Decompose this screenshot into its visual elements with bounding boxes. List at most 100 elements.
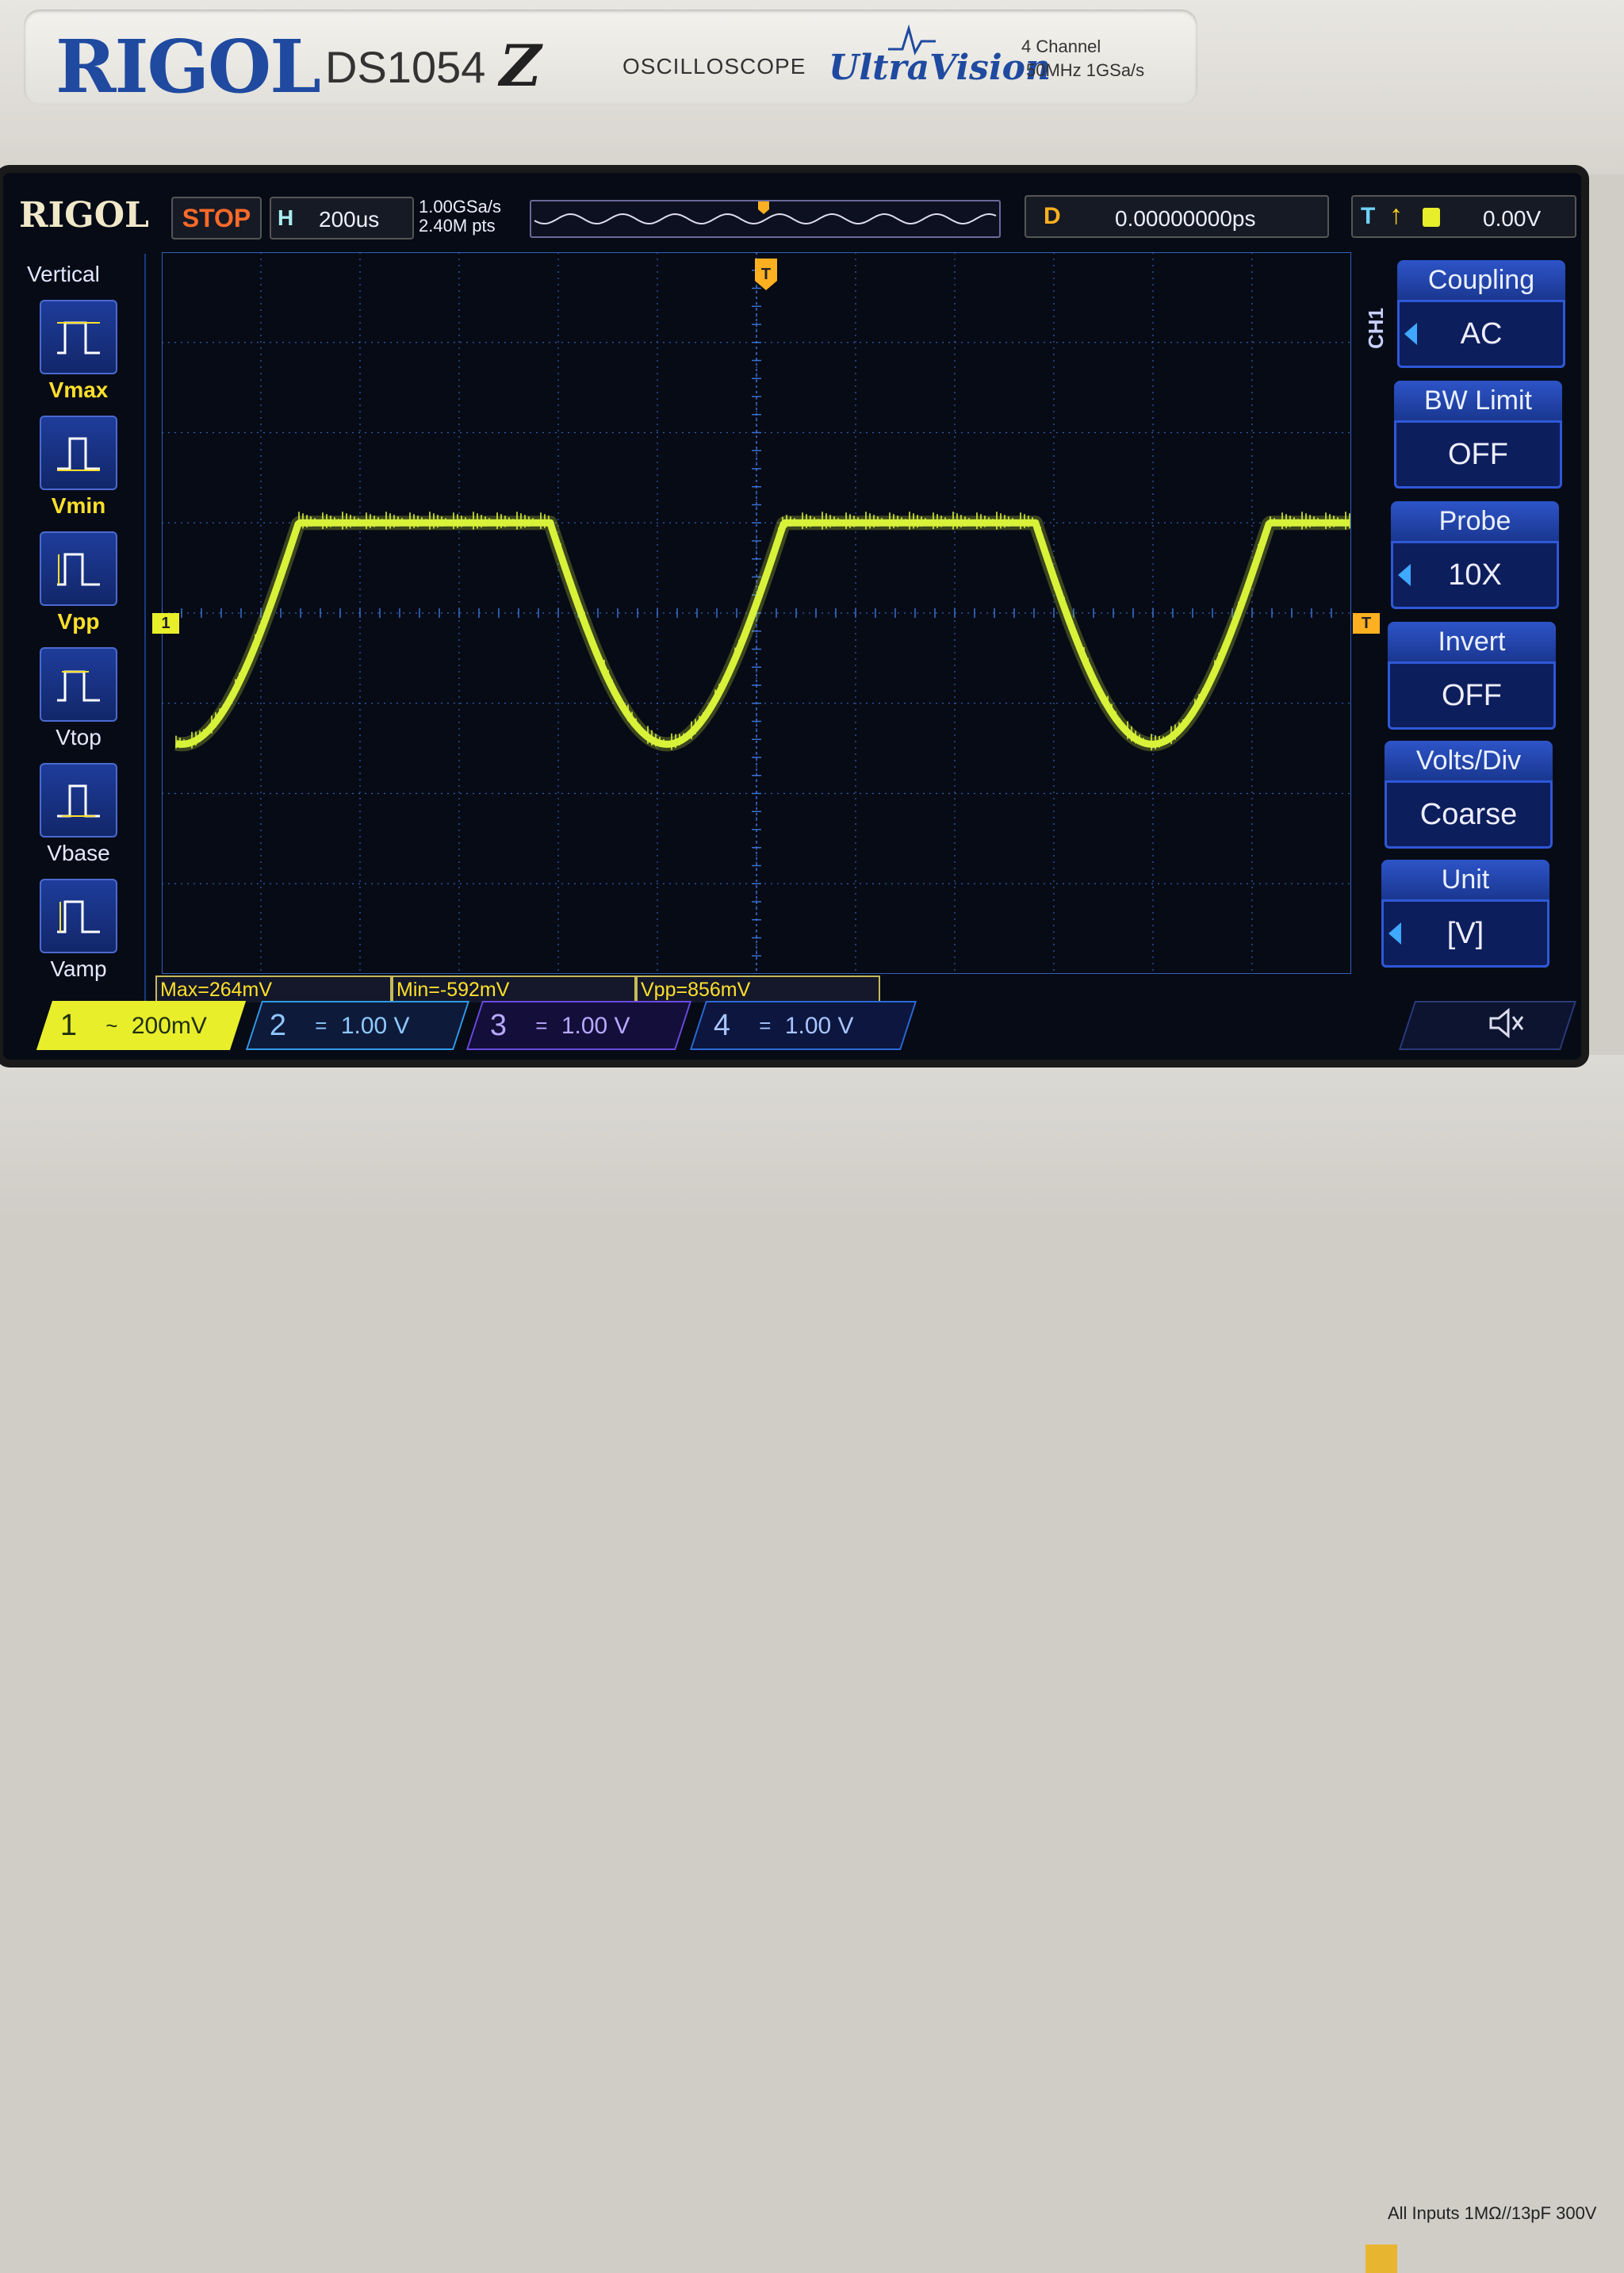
menu-value: OFF [1388,661,1556,730]
waveform-plot [162,252,1351,974]
memory-overview-trace [534,213,997,225]
corner-tab [1365,2244,1397,2273]
menu-value-wrap: AC [1397,300,1565,368]
channel-1-status[interactable]: 1 ~ 200mV [36,1001,247,1050]
dc-coupling-icon: = [315,1013,327,1037]
measure-vmax-button[interactable]: Vmax [27,300,130,403]
brand-logo: RIGOL [56,24,321,109]
channel-number: 2 [270,1008,287,1042]
ch1-offset-marker[interactable]: 1 [152,613,179,634]
menu-value: 10X [1448,558,1502,592]
measure-vbase-button[interactable]: Vbase [27,763,130,866]
horizontal-label: H [278,205,294,230]
select-arrow-icon [1404,323,1417,345]
sample-rate: 1.00GSa/s [419,197,501,217]
menu-value-wrap: 10X [1391,541,1559,609]
trigger-level: 0.00V [1483,206,1542,231]
channel-number: 4 [714,1008,731,1042]
rising-edge-icon: ↑ [1389,200,1403,230]
speaker-muted-icon[interactable] [1486,1006,1526,1041]
timebase-value: 200us [319,207,380,232]
measure-label: Vmin [51,493,106,518]
channel-3-status[interactable]: 3 = 1.00 V [465,1001,692,1050]
model-suffix: Z [500,32,542,99]
menu-title: Probe [1391,501,1559,541]
horizontal-timebase[interactable]: H 200us [270,197,414,240]
menu-probe[interactable]: Probe 10X [1391,501,1559,609]
front-panel-top: RIGOL DS1054 Z OSCILLOSCOPE UltraVision … [0,0,1624,174]
vmin-icon [40,416,117,490]
channel-scale: 1.00 V [785,1012,854,1038]
menu-coupling[interactable]: Coupling AC [1397,260,1565,368]
vmax-icon [40,300,117,374]
menu-title: Coupling [1397,260,1565,300]
menu-title: BW Limit [1394,381,1562,420]
trigger-display[interactable]: T ↑ 0.00V [1351,195,1576,238]
measure-label: Vbase [47,841,110,865]
menu-value-wrap: [V] [1381,899,1549,968]
memory-overview-strip [530,200,1001,238]
channel-number: 3 [490,1008,508,1042]
menu-unit[interactable]: Unit [V] [1381,860,1549,968]
measure-panel-title: Vertical [27,262,100,286]
measure-vtop-button[interactable]: Vtop [27,647,130,750]
measure-label: Vmax [48,378,109,402]
menu-channel-tag: CH1 [1364,307,1388,349]
vtop-icon [40,647,117,722]
measure-label: Vtop [56,725,102,749]
measurement-min: Min=-592mV [392,976,636,1002]
select-arrow-icon [1388,922,1401,945]
measure-label: Vpp [57,609,100,634]
measure-vpp-button[interactable]: Vpp [27,531,130,634]
channel-scale: 1.00 V [341,1012,410,1038]
channel-number: 1 [60,1008,78,1042]
ch1-waveform [174,519,1351,748]
vamp-icon [40,879,117,953]
measure-vamp-button[interactable]: Vamp [27,879,130,982]
channel-scale: 1.00 V [561,1012,630,1038]
select-arrow-icon [1398,564,1411,586]
memory-overview-waveform [534,201,997,225]
dc-coupling-icon: = [759,1013,772,1037]
memory-depth: 2.40M pts [419,216,496,236]
inputs-spec-label: All Inputs 1MΩ//13pF 300V [1388,2203,1597,2223]
vbase-icon [40,763,117,838]
display-screen: RIGOL STOP H 200us 1.00GSa/s 2.40M pts D… [3,173,1581,1060]
menu-title: Volts/Div [1385,741,1553,780]
measurement-vpp: Vpp=856mV [636,976,880,1002]
screen-logo: RIGOL [19,195,149,236]
menu-bw-limit[interactable]: BW Limit OFF [1394,381,1562,489]
menu-volts-div[interactable]: Volts/Div Coarse [1385,741,1553,849]
measure-label: Vamp [50,956,107,981]
menu-value: Coarse [1385,780,1553,849]
model-number: DS1054 [325,42,486,92]
bandwidth-spec: 50MHz 1GSa/s [1026,60,1145,80]
trigger-source-indicator [1423,208,1440,227]
run-stop-status[interactable]: STOP [171,197,262,240]
menu-invert[interactable]: Invert OFF [1388,622,1556,730]
channel-scale: 200mV [132,1012,208,1038]
delay-value: 0.00000000ps [1115,206,1256,231]
menu-title: Invert [1388,622,1556,661]
vpp-icon [40,531,117,606]
device-type-label: OSCILLOSCOPE [622,54,806,79]
front-panel-bottom: All Inputs 1MΩ//13pF 300V [0,1055,1624,2273]
ac-coupling-icon: ~ [105,1013,118,1037]
measurement-max: Max=264mV [155,976,392,1002]
series-logo: UltraVision [829,48,1051,88]
channel-2-status[interactable]: 2 = 1.00 V [245,1001,470,1050]
delay-display[interactable]: D 0.00000000ps [1025,195,1329,238]
memory-trigger-marker [758,201,769,214]
trigger-label: T [1361,203,1376,229]
menu-value: OFF [1394,420,1562,489]
channel-spec: 4 Channel [1021,36,1101,56]
menu-value: AC [1460,316,1503,351]
delay-label: D [1044,203,1061,229]
trigger-level-marker[interactable]: T [1353,613,1380,634]
channel-4-status[interactable]: 4 = 1.00 V [689,1001,917,1050]
menu-value: [V] [1446,916,1484,950]
ch1-waveform-glow [170,516,1351,752]
menu-title: Unit [1381,860,1549,899]
dc-coupling-icon: = [535,1013,548,1037]
measure-vmin-button[interactable]: Vmin [27,416,130,519]
